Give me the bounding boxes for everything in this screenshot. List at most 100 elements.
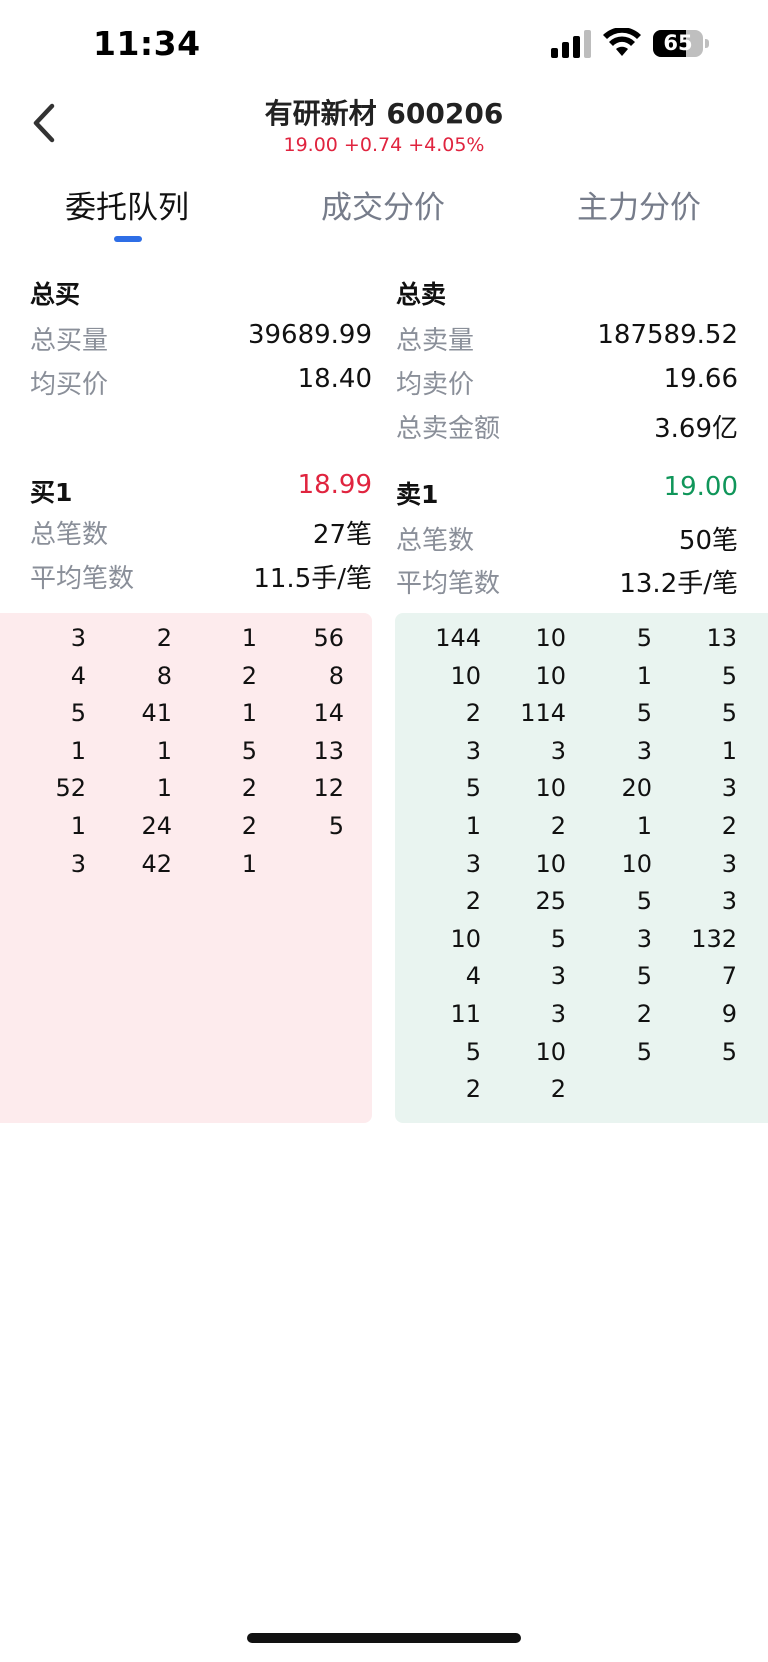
sell-queue-cell: 10 [535, 849, 566, 878]
sell-queue-cell: 3 [550, 1000, 566, 1028]
buy-queue-cell: 1 [241, 849, 257, 878]
sell-queue-cell: 1 [636, 812, 652, 840]
buy-queue-cell: 52 [55, 774, 86, 803]
sell-queue-cell: 9 [721, 1000, 737, 1028]
buy1-label: 买1 [30, 478, 73, 507]
sell-queue-cell: 2 [636, 1000, 652, 1028]
buy-order-count-label: 总笔数 [30, 520, 109, 550]
buy-queue-cell: 2 [241, 774, 257, 803]
total-buy-volume-label: 总买量 [30, 326, 109, 356]
sell-queue-cell: 1 [721, 736, 737, 765]
tab-indicator [114, 236, 142, 242]
sell-queue-cell: 7 [721, 962, 737, 991]
buy-queue-cell: 3 [70, 849, 86, 878]
cellular-signal-icon [551, 30, 591, 58]
buy-queue-cell: 56 [313, 624, 344, 652]
avg-sell-price-value: 19.66 [663, 364, 738, 394]
sell-queue-cell: 2 [465, 699, 481, 728]
sell-queue-cell: 3 [550, 736, 566, 765]
buy-queue-cell: 4 [70, 661, 86, 690]
buy-queue-cell: 2 [241, 812, 257, 840]
total-buy-volume-value: 39689.99 [247, 320, 372, 350]
tab-order-queue[interactable]: 委托队列 [17, 182, 237, 227]
sell-queue-cell: 5 [721, 699, 737, 728]
avg-sell-price-label: 均卖价 [396, 370, 475, 400]
buy-queue-cell: 14 [313, 699, 344, 728]
buy-queue-cell: 1 [156, 774, 172, 803]
battery-icon: 65 [653, 30, 711, 57]
buy-queue-cell: 1 [70, 812, 86, 840]
buy-queue-cell: 1 [70, 736, 86, 765]
sell-queue-cell: 144 [435, 624, 481, 652]
sell-queue-cell: 10 [535, 624, 566, 652]
sell-queue-cell: 3 [721, 849, 737, 878]
buy-queue-cell: 5 [328, 812, 344, 840]
sell-queue-cell: 5 [721, 661, 737, 690]
sell-order-count-label: 总笔数 [396, 526, 475, 556]
buy-queue-cell: 2 [241, 661, 257, 690]
sell-queue-cell: 5 [636, 1037, 652, 1066]
sell-queue-cell: 5 [636, 887, 652, 916]
sell-queue-cell: 10 [621, 849, 652, 878]
buy-avg-lots-label: 平均笔数 [30, 564, 135, 594]
wifi-icon [603, 28, 641, 56]
buy-queue-cell: 42 [141, 849, 172, 878]
sell-avg-lots-value: 13.2手/笔 [619, 569, 738, 599]
buy-avg-lots-value: 11.5手/笔 [253, 564, 372, 594]
page-title: 有研新材 600206 [264, 97, 504, 130]
sell-queue-cell: 1 [636, 661, 652, 690]
sell-queue-cell: 5 [721, 1037, 737, 1066]
home-indicator[interactable] [247, 1633, 521, 1643]
total-sell-volume-value: 187589.52 [597, 320, 738, 350]
sell-queue-cell: 13 [706, 624, 737, 652]
buy-queue-cell: 8 [156, 661, 172, 690]
sell-queue-cell: 2 [465, 1075, 481, 1104]
buy-queue-cell: 5 [70, 699, 86, 728]
sell-queue-cell: 11 [450, 1000, 481, 1028]
sell-queue-cell: 3 [636, 736, 652, 765]
sell-queue-cell: 10 [535, 1037, 566, 1066]
buy-queue-cell: 13 [313, 736, 344, 765]
avg-buy-price-value: 18.40 [297, 364, 372, 394]
total-sell-amount-label: 总卖金额 [396, 414, 501, 444]
tab-trade-price[interactable]: 成交分价 [273, 182, 493, 227]
buy1-price: 18.99 [297, 470, 372, 500]
sell-queue-cell: 10 [450, 924, 481, 953]
sell-queue-cell: 5 [636, 962, 652, 991]
buy-order-count-value: 27笔 [312, 520, 372, 550]
battery-level: 65 [663, 31, 693, 55]
buy-queue-cell: 5 [241, 736, 257, 765]
sell-queue-cell: 2 [465, 887, 481, 916]
sell-queue-cell: 10 [535, 661, 566, 690]
buy-queue-cell: 2 [156, 624, 172, 652]
sell-heading: 总卖 [396, 280, 447, 309]
sell-queue-cell: 20 [621, 774, 652, 803]
sell-queue-cell: 3 [636, 924, 652, 953]
buy-queue-panel: 3 2 1 56 4 8 2 8 5 41 1 14 1 1 5 13 52 1 2 12 1 24 2 5 3 42 1 [0, 613, 372, 1123]
sell-queue-cell: 5 [465, 1037, 481, 1066]
sell-queue-cell: 3 [721, 774, 737, 803]
status-time: 11:34 [93, 24, 201, 63]
sell-queue-cell: 5 [636, 699, 652, 728]
sell-queue-panel: 144 10 5 13 10 10 1 5 2 114 5 5 3 3 3 1 5 10 20 3 1 2 1 2 3 10 10 3… [395, 613, 768, 1123]
buy-queue-cell: 1 [241, 624, 257, 652]
sell-queue-cell: 132 [691, 924, 737, 953]
buy-queue-cell: 8 [328, 661, 344, 690]
sell-queue-cell: 1 [465, 812, 481, 840]
buy-queue-cell: 1 [241, 699, 257, 728]
sell-queue-cell: 10 [450, 661, 481, 690]
sell-queue-cell: 4 [465, 962, 481, 991]
sell-queue-cell: 2 [550, 812, 566, 840]
sell-queue-cell: 2 [550, 1075, 566, 1104]
buy-queue-cell: 12 [313, 774, 344, 803]
tab-main-price[interactable]: 主力分价 [529, 182, 749, 227]
sell-queue-cell: 3 [465, 849, 481, 878]
sell-queue-cell: 114 [520, 699, 566, 728]
sell-queue-cell: 3 [721, 887, 737, 916]
sell-queue-cell: 5 [465, 774, 481, 803]
buy-queue-cell: 1 [156, 736, 172, 765]
sell-queue-cell: 10 [535, 774, 566, 803]
sell-queue-cell: 25 [535, 887, 566, 916]
sell-queue-cell: 5 [636, 624, 652, 652]
sell-queue-cell: 2 [721, 812, 737, 840]
